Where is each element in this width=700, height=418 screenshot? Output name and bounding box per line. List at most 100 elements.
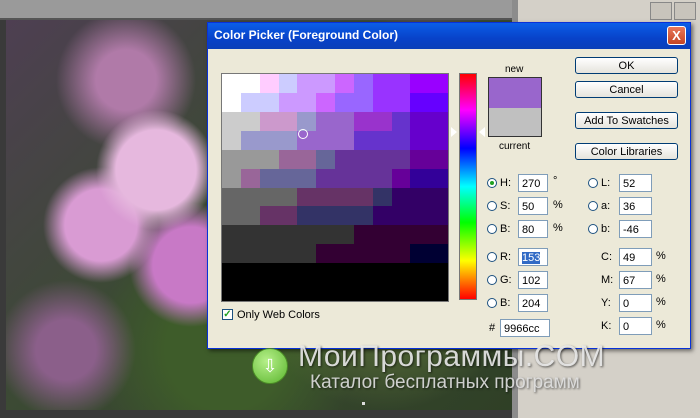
color-field-cell[interactable] [316,111,336,132]
color-field-cell[interactable] [372,74,392,94]
hex-field[interactable]: 9966cc [500,319,550,337]
color-field-cell[interactable] [335,130,355,151]
saturation-field[interactable]: 50 [518,197,548,215]
color-field-cell[interactable] [353,206,374,226]
color-field-cell[interactable] [316,149,336,170]
color-field-cell[interactable] [429,225,448,245]
lightness-field[interactable]: 52 [619,174,652,192]
color-field-cell[interactable] [429,282,448,301]
color-field-cell[interactable] [410,130,430,151]
color-field-cell[interactable] [353,130,374,151]
color-field-cell[interactable] [410,168,430,188]
color-field-cell[interactable] [335,263,355,283]
color-field-cell[interactable] [240,225,261,245]
color-field-cell[interactable] [410,74,430,94]
color-field-cell[interactable] [240,149,261,170]
color-libraries-button[interactable]: Color Libraries [575,143,678,160]
color-field-cell[interactable] [278,187,298,207]
color-field-cell[interactable] [410,282,430,301]
hue-slider-left-arrow-icon[interactable] [451,127,457,137]
color-field-cell[interactable] [297,282,317,301]
color-field-cell[interactable] [297,111,317,132]
color-field-cell[interactable] [410,263,430,283]
panel-tool-icon[interactable] [674,2,696,20]
color-field-cell[interactable] [316,74,336,94]
color-field-cell[interactable] [372,244,392,264]
color-field-cell[interactable] [278,130,298,151]
color-field-cell[interactable] [429,149,448,170]
color-field-cell[interactable] [316,244,336,264]
color-field-cell[interactable] [278,74,298,94]
color-field-cell[interactable] [410,92,430,113]
color-field-cell[interactable] [372,282,392,301]
color-field-cell[interactable] [429,74,448,94]
color-field-cell[interactable] [316,282,336,301]
color-field-cell[interactable] [278,111,298,132]
color-field-cell[interactable] [278,149,298,170]
color-field-cell[interactable] [278,244,298,264]
cyan-field[interactable]: 49 [619,248,652,266]
radio-hue[interactable] [487,178,497,188]
color-field-cell[interactable] [391,282,411,301]
color-field-cell[interactable] [278,263,298,283]
color-field-cell[interactable] [372,206,392,226]
color-field-cell[interactable] [335,187,355,207]
color-field-cell[interactable] [335,225,355,245]
brightness-field[interactable]: 80 [518,220,548,238]
color-field-cell[interactable] [259,206,279,226]
hue-slider[interactable] [459,73,477,300]
color-field-cell[interactable] [259,74,279,94]
add-to-swatches-button[interactable]: Add To Swatches [575,112,678,129]
color-field-cell[interactable] [222,111,242,132]
color-field-cell[interactable] [259,263,279,283]
cancel-button[interactable]: Cancel [575,81,678,98]
color-field-cell[interactable] [391,92,411,113]
green-field[interactable]: 102 [518,271,548,289]
color-field-cell[interactable] [259,111,279,132]
color-field-cell[interactable] [353,168,374,188]
current-color-swatch[interactable] [488,108,542,137]
color-field-cursor[interactable] [298,129,308,139]
color-field-cell[interactable] [410,225,430,245]
color-field-cell[interactable] [391,74,411,94]
radio-saturation[interactable] [487,201,497,211]
color-field-cell[interactable] [316,187,336,207]
radio-b-channel[interactable] [588,224,598,234]
color-field-cell[interactable] [259,187,279,207]
ok-button[interactable]: OK [575,57,678,74]
radio-lightness[interactable] [588,178,598,188]
color-field-cell[interactable] [353,74,374,94]
color-field-cell[interactable] [222,130,242,151]
color-field-cell[interactable] [372,225,392,245]
color-field-cell[interactable] [297,244,317,264]
color-field-cell[interactable] [410,187,430,207]
color-field-cell[interactable] [259,149,279,170]
color-field-cell[interactable] [335,111,355,132]
color-field-cell[interactable] [353,263,374,283]
color-field-cell[interactable] [372,187,392,207]
color-field-cell[interactable] [391,225,411,245]
color-field-cell[interactable] [240,74,261,94]
blue-field[interactable]: 204 [518,294,548,312]
color-field-cell[interactable] [240,263,261,283]
color-field-cell[interactable] [278,225,298,245]
color-field-cell[interactable] [316,206,336,226]
color-field-cell[interactable] [297,263,317,283]
color-field-cell[interactable] [429,130,448,151]
color-field-cell[interactable] [297,149,317,170]
color-field-cell[interactable] [259,225,279,245]
color-field-cell[interactable] [222,225,242,245]
color-field-cell[interactable] [353,282,374,301]
red-field[interactable]: 153 [518,248,548,266]
color-field-cell[interactable] [240,244,261,264]
color-field-cell[interactable] [335,206,355,226]
yellow-field[interactable]: 0 [619,294,652,312]
color-field-cell[interactable] [297,206,317,226]
new-color-swatch[interactable] [488,77,542,109]
color-field-cell[interactable] [429,92,448,113]
color-field-cell[interactable] [372,92,392,113]
color-field-cell[interactable] [353,244,374,264]
color-field-cell[interactable] [391,130,411,151]
radio-brightness[interactable] [487,224,497,234]
hue-field[interactable]: 270 [518,174,548,192]
